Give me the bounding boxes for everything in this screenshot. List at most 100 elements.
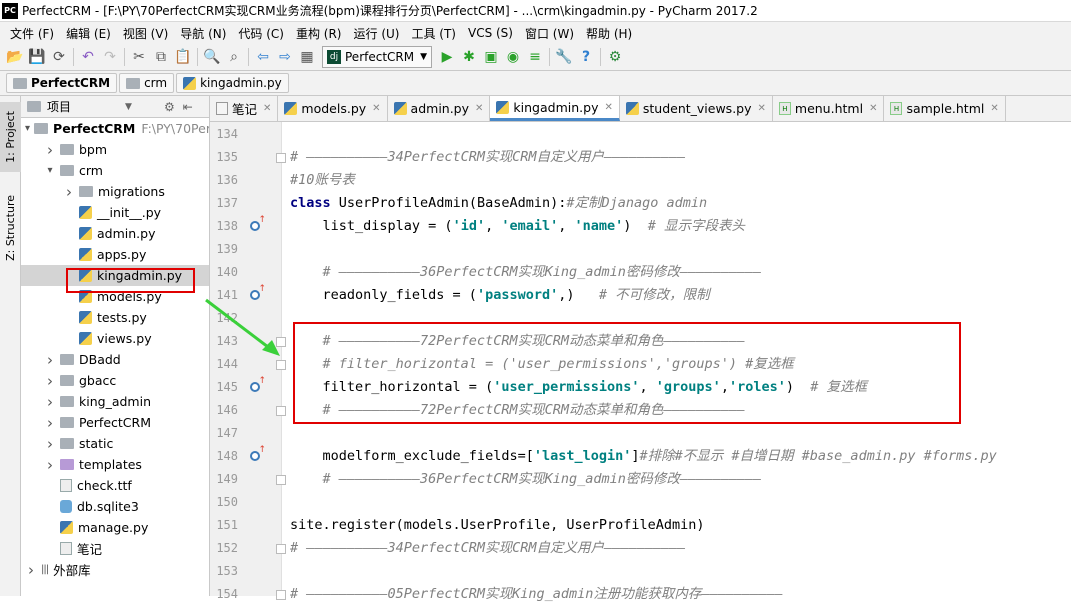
forward-icon[interactable]: ⇨ [274,46,296,68]
breadcrumb-crm[interactable]: crm [119,73,175,93]
fold-marker-icon[interactable] [276,544,286,554]
tree-item[interactable]: › migrations [21,181,209,202]
override-marker-icon[interactable]: ↑ [248,215,266,233]
tree-item[interactable]: › bpm [21,139,209,160]
override-marker-icon[interactable]: ↑ [248,445,266,463]
close-icon[interactable]: ✕ [604,102,612,113]
tree-item[interactable]: ▾ PerfectCRM F:\PY\70Perf [21,118,209,139]
build-icon[interactable]: ▦ [296,46,318,68]
tree-item[interactable]: › ||| 外部库 [21,559,209,580]
undo-icon[interactable]: ↶ [77,46,99,68]
code-token: #10账号表 [290,172,355,188]
menu-item[interactable]: 代码 (C) [232,25,290,42]
chevron-right-icon[interactable]: › [25,561,37,579]
breadcrumb-project[interactable]: PerfectCRM [6,73,118,93]
run-configuration-select[interactable]: dj PerfectCRM ▼ [322,46,433,68]
editor-tab[interactable]: Hsample.html ✕ [884,96,1006,121]
chevron-right-icon[interactable]: › [44,351,56,369]
open-folder-icon[interactable]: 📂 [4,46,26,68]
gear-icon[interactable]: ⚙ [164,100,175,114]
tree-item[interactable]: db.sqlite3 [21,496,209,517]
menu-item[interactable]: 运行 (U) [348,25,406,42]
tree-item[interactable]: apps.py [21,244,209,265]
menu-item[interactable]: 导航 (N) [174,25,232,42]
editor-tab[interactable]: admin.py ✕ [388,96,491,121]
project-tool-tab[interactable]: 1: Project [0,102,21,172]
tree-item[interactable]: 笔记 [21,538,209,559]
run-icon[interactable]: ▶ [436,46,458,68]
close-icon[interactable]: ✕ [372,103,380,114]
editor-tab[interactable]: Hmenu.html ✕ [773,96,885,121]
cut-icon[interactable]: ✂ [128,46,150,68]
breadcrumb-file[interactable]: kingadmin.py [176,73,289,93]
replace-icon[interactable]: ⌕ [223,46,245,68]
menu-item[interactable]: 重构 (R) [290,25,348,42]
chevron-right-icon[interactable]: › [44,141,56,159]
tree-item[interactable]: check.ttf [21,475,209,496]
copy-icon[interactable]: ⧉ [150,46,172,68]
find-icon[interactable]: 🔍 [201,46,223,68]
tree-item[interactable]: __init__.py [21,202,209,223]
editor-tab[interactable]: kingadmin.py ✕ [490,96,620,121]
menu-item[interactable]: 帮助 (H) [580,25,638,42]
help-icon[interactable]: ? [575,46,597,68]
tree-item[interactable]: › DBadd [21,349,209,370]
menu-item[interactable]: VCS (S) [462,26,519,40]
close-icon[interactable]: ✕ [475,103,483,114]
override-marker-icon[interactable]: ↑ [248,376,266,394]
back-icon[interactable]: ⇦ [252,46,274,68]
python-console-icon[interactable]: ⚙ [604,46,626,68]
menu-item[interactable]: 工具 (T) [405,25,462,42]
chevron-right-icon[interactable]: › [44,372,56,390]
line-number: 153 [216,564,238,578]
project-view-select[interactable]: 项目 [47,98,71,115]
close-icon[interactable]: ✕ [263,103,271,114]
profile-icon[interactable]: ◉ [502,46,524,68]
tree-item[interactable]: views.py [21,328,209,349]
tree-item-label: king_admin [79,394,151,409]
debug-icon[interactable]: ✱ [458,46,480,68]
sync-icon[interactable]: ⟳ [48,46,70,68]
close-icon[interactable]: ✕ [990,103,998,114]
tree-item[interactable]: › templates [21,454,209,475]
tree-item[interactable]: › PerfectCRM [21,412,209,433]
chevron-down-icon[interactable]: ▼ [125,102,132,112]
tree-item[interactable]: admin.py [21,223,209,244]
hide-panel-icon[interactable]: ⇤ [183,100,193,114]
close-icon[interactable]: ✕ [869,103,877,114]
settings-wrench-icon[interactable]: 🔧 [553,46,575,68]
tree-item[interactable]: › static [21,433,209,454]
save-icon[interactable]: 💾 [26,46,48,68]
chevron-right-icon[interactable]: › [44,393,56,411]
menu-item[interactable]: 文件 (F) [4,25,60,42]
menu-item[interactable]: 窗口 (W) [519,25,580,42]
chevron-down-icon[interactable]: ▾ [44,165,56,176]
editor-tab[interactable]: student_views.py ✕ [620,96,773,121]
chevron-right-icon[interactable]: › [44,435,56,453]
editor-tab[interactable]: models.py ✕ [278,96,388,121]
coverage-icon[interactable]: ▣ [480,46,502,68]
menu-item[interactable]: 视图 (V) [117,25,174,42]
close-icon[interactable]: ✕ [758,103,766,114]
redo-icon[interactable]: ↷ [99,46,121,68]
editor-tab[interactable]: 笔记 ✕ [210,96,279,121]
menu-item[interactable]: 编辑 (E) [60,25,117,42]
tree-item[interactable]: manage.py [21,517,209,538]
structure-tool-tab[interactable]: Z: Structure [0,188,21,268]
fold-marker-icon[interactable] [276,475,286,485]
highlight-box [293,322,961,424]
chevron-down-icon[interactable]: ▾ [25,123,30,134]
chevron-right-icon[interactable]: › [44,414,56,432]
fold-marker-icon[interactable] [276,153,286,163]
fold-marker-icon[interactable] [276,406,286,416]
chevron-right-icon[interactable]: › [63,183,75,201]
concurrency-icon[interactable]: ≡ [524,46,546,68]
tree-item[interactable]: tests.py [21,307,209,328]
tree-item[interactable]: › gbacc [21,370,209,391]
paste-icon[interactable]: 📋 [172,46,194,68]
chevron-right-icon[interactable]: › [44,456,56,474]
tree-item-label: views.py [97,331,152,346]
tree-item[interactable]: › king_admin [21,391,209,412]
fold-marker-icon[interactable] [276,590,286,600]
tree-item[interactable]: ▾ crm [21,160,209,181]
